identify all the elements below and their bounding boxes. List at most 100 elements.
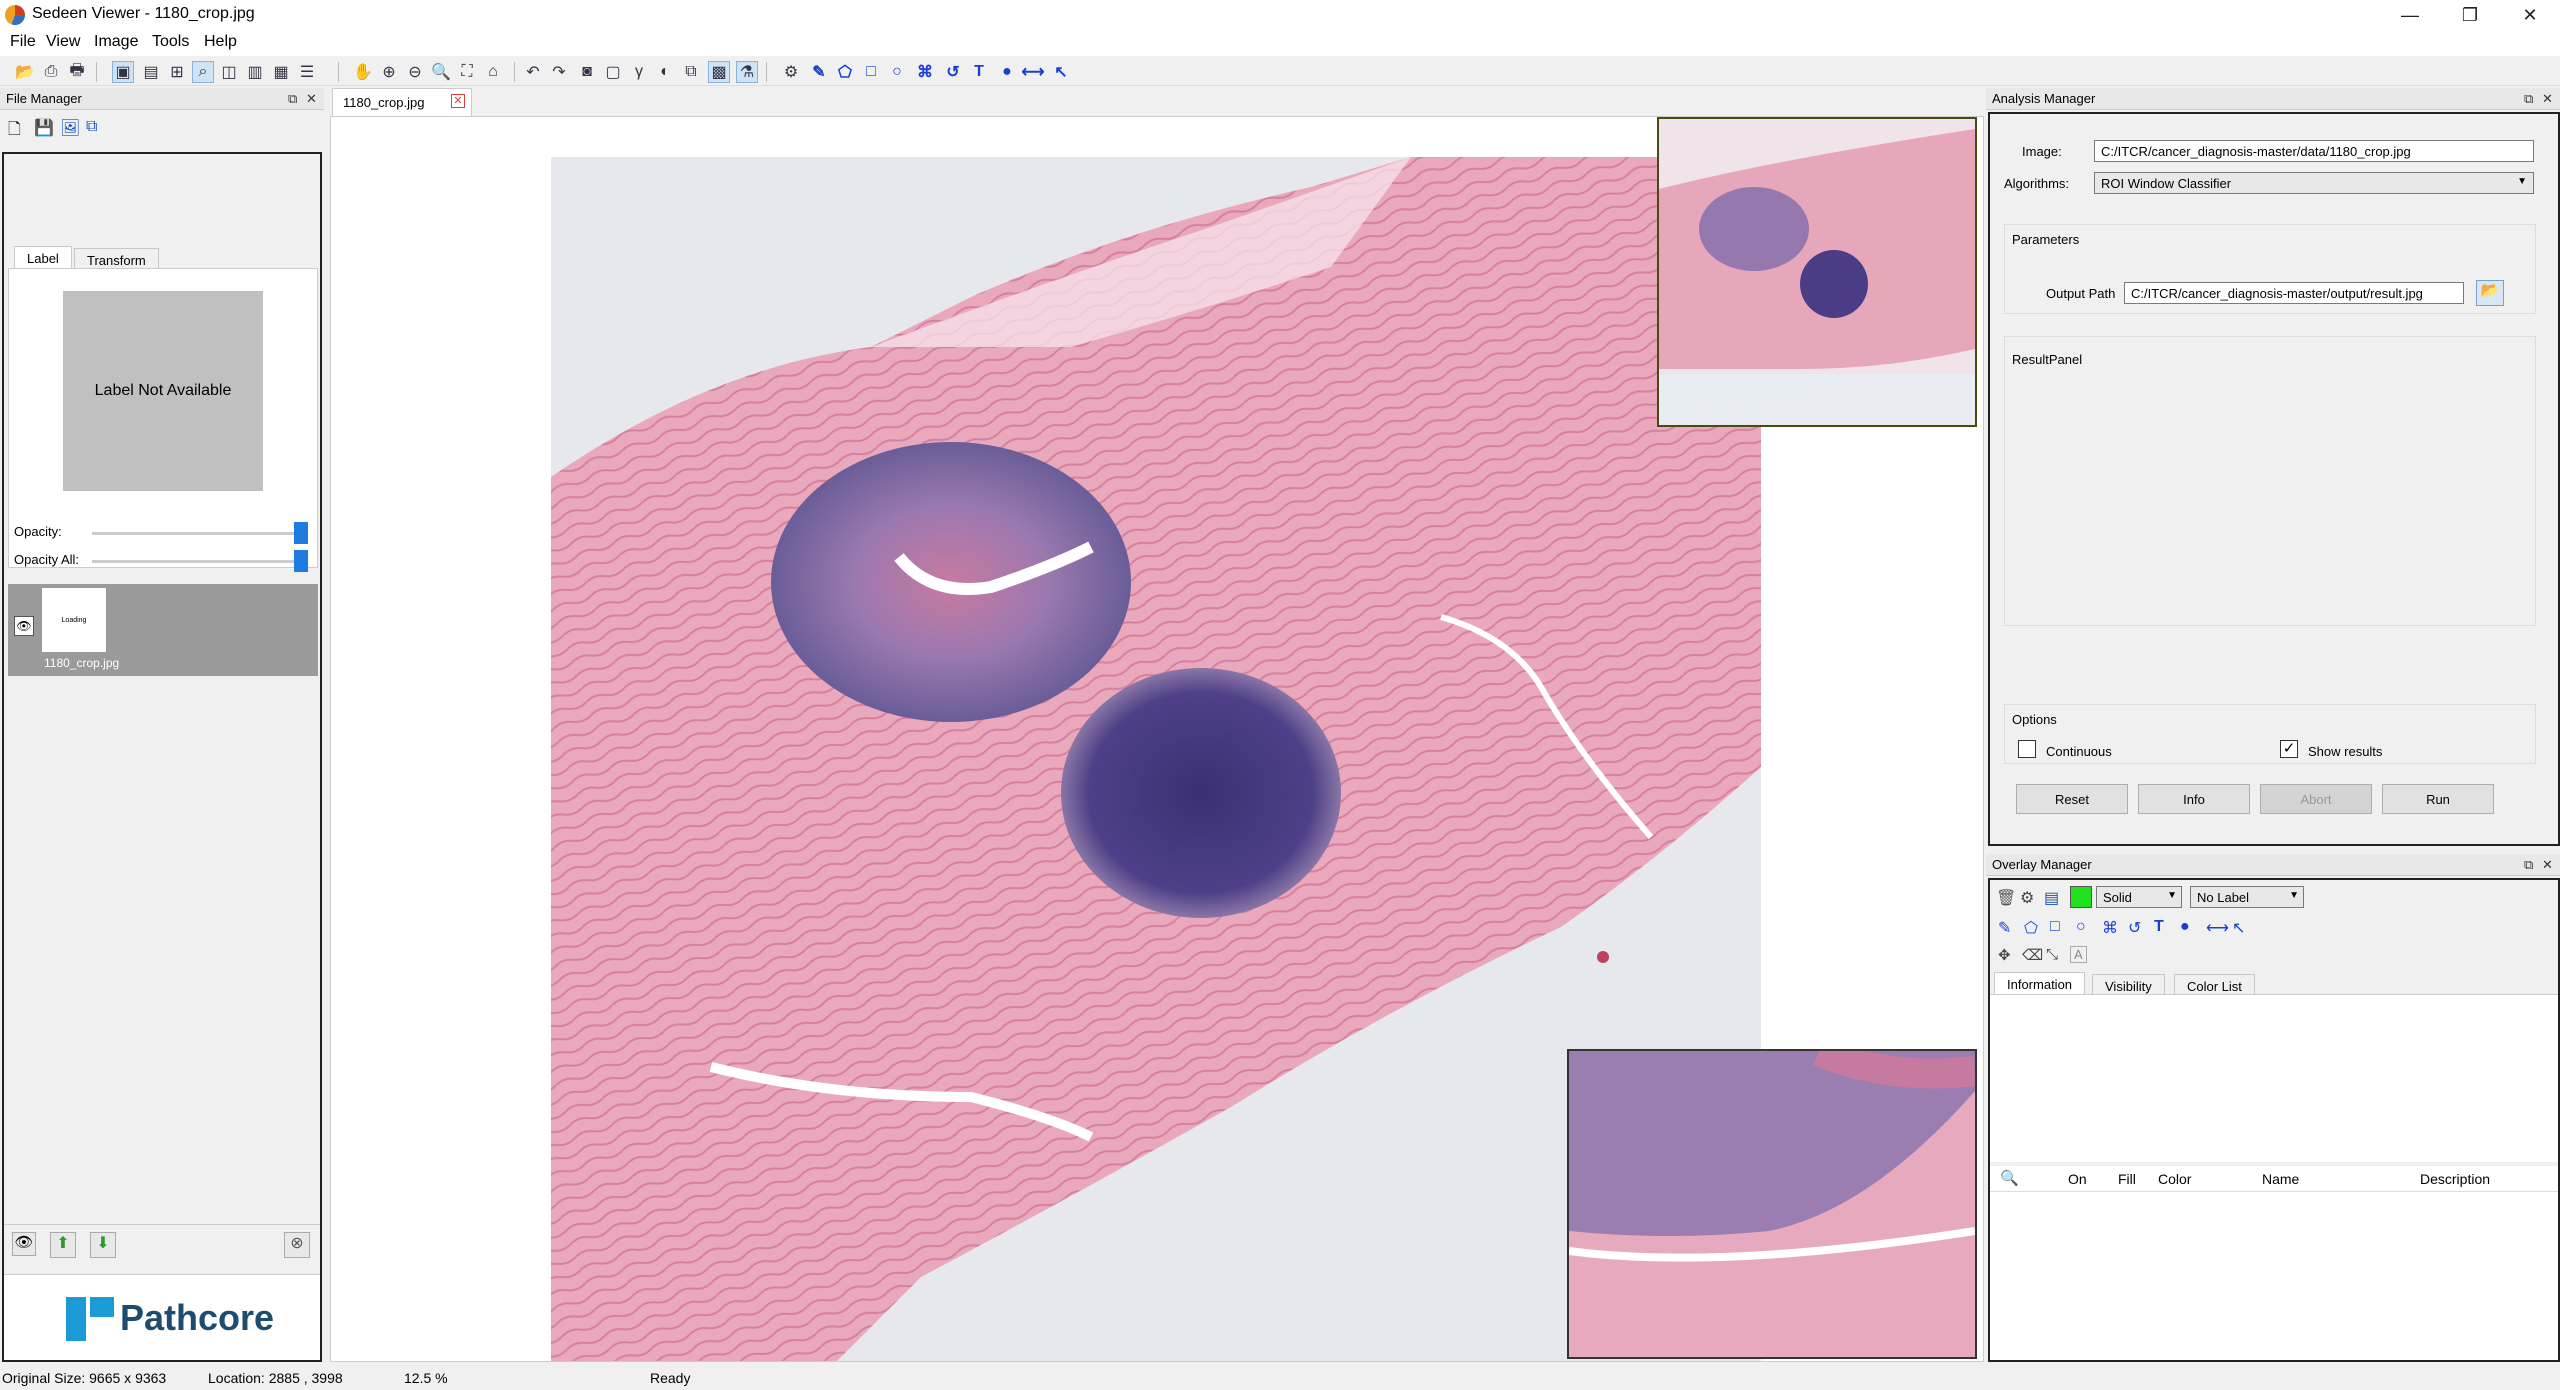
menu-help[interactable]: Help: [204, 33, 237, 51]
column-description[interactable]: Description: [2420, 1171, 2490, 1187]
polygon-icon[interactable]: ⬠: [834, 61, 856, 83]
tab-information[interactable]: Information: [1994, 972, 2086, 994]
tab-visibility[interactable]: Visibility: [2092, 974, 2165, 996]
visibility-eye-icon[interactable]: 👁: [14, 616, 34, 636]
split-view-icon[interactable]: ◫: [218, 61, 240, 83]
run-button[interactable]: Run: [2382, 784, 2494, 814]
new-file-icon[interactable]: 🗋: [8, 118, 21, 145]
opacity-slider-track[interactable]: [92, 532, 302, 535]
close-dock-icon[interactable]: ✕: [2542, 91, 2553, 107]
frame-icon[interactable]: ▢: [602, 61, 624, 83]
column-fill[interactable]: Fill: [2118, 1171, 2136, 1187]
close-tab-icon[interactable]: ✕: [451, 94, 465, 108]
opacity-all-slider-track[interactable]: [92, 560, 302, 563]
browse-folder-icon[interactable]: 📂: [2476, 280, 2504, 306]
opacity-slider-thumb[interactable]: [294, 522, 308, 544]
home-icon[interactable]: ⌂: [482, 61, 504, 83]
stain-icon[interactable]: ⚗: [736, 61, 758, 83]
document-tab[interactable]: 1180_crop.jpg ✕: [332, 88, 472, 116]
channels-icon[interactable]: ⧉: [680, 61, 702, 83]
navigator-icon[interactable]: ⊞: [166, 61, 188, 83]
output-path-field[interactable]: C:/ITCR/cancer_diagnosis-master/output/r…: [2124, 282, 2464, 304]
pen-icon[interactable]: ✎: [1998, 918, 2011, 938]
heatmap-icon[interactable]: ▩: [708, 61, 730, 83]
image-viewport[interactable]: [330, 116, 1984, 1362]
minimize-button[interactable]: —: [2380, 0, 2440, 30]
tab-label[interactable]: Label: [14, 246, 72, 268]
show-results-checkbox[interactable]: ✓: [2280, 740, 2298, 758]
menu-file[interactable]: File: [10, 33, 36, 51]
rows-view-icon[interactable]: ☰: [296, 61, 318, 83]
column-color[interactable]: Color: [2158, 1171, 2191, 1187]
pointer-arrow-icon[interactable]: ↖: [1050, 61, 1072, 83]
point-icon[interactable]: ●: [2180, 918, 2190, 936]
tab-color-list[interactable]: Color List: [2174, 974, 2255, 996]
menu-tools[interactable]: Tools: [152, 33, 189, 51]
ellipse-icon[interactable]: ○: [886, 61, 908, 83]
file-list-item[interactable]: 👁 Loading 1180_crop.jpg: [8, 584, 318, 676]
cross-icon[interactable]: ⌘: [2102, 918, 2118, 938]
column-name[interactable]: Name: [2262, 1171, 2299, 1187]
remove-icon[interactable]: ⊗: [284, 1232, 310, 1258]
tab-transform[interactable]: Transform: [74, 248, 159, 270]
eraser-icon[interactable]: ⌫: [2022, 946, 2043, 964]
overview-icon[interactable]: ▤: [140, 61, 162, 83]
reset-button[interactable]: Reset: [2016, 784, 2128, 814]
undo-icon[interactable]: ↶: [522, 61, 544, 83]
rectangle-icon[interactable]: □: [860, 61, 882, 83]
single-view-icon[interactable]: ▣: [112, 61, 134, 83]
images-icon[interactable]: ⧉: [86, 118, 97, 136]
overlay-color-swatch[interactable]: [2070, 886, 2092, 908]
pan-hand-icon[interactable]: ✋: [352, 61, 374, 83]
magnifier-panel-icon[interactable]: ⌕: [192, 61, 214, 83]
snapshot-icon[interactable]: ◙: [576, 61, 598, 83]
search-icon[interactable]: 🔍: [2000, 1169, 2019, 1187]
move-down-icon[interactable]: ⬇: [90, 1232, 116, 1258]
rectangle-icon[interactable]: □: [2050, 918, 2060, 936]
move-icon[interactable]: ✥: [1998, 946, 2011, 964]
abort-button[interactable]: Abort: [2260, 784, 2372, 814]
move-up-icon[interactable]: ⬆: [50, 1232, 76, 1258]
pointer-arrow-icon[interactable]: ↖: [2232, 918, 2245, 938]
pen-icon[interactable]: ✎: [808, 61, 830, 83]
image-icon[interactable]: 🖼: [60, 118, 80, 138]
overview-inset[interactable]: [1657, 117, 1977, 427]
overlay-list-icon[interactable]: ▤: [2044, 888, 2059, 908]
spline-icon[interactable]: ↺: [2128, 918, 2141, 938]
image-path-field[interactable]: C:/ITCR/cancer_diagnosis-master/data/118…: [2094, 140, 2534, 162]
overlay-settings-icon[interactable]: ⚙: [2020, 888, 2034, 908]
eye-icon[interactable]: 👁: [12, 1232, 36, 1256]
print-icon[interactable]: 🖶: [66, 61, 88, 83]
open-file-icon[interactable]: 📂: [14, 61, 36, 83]
close-dock-icon[interactable]: ✕: [306, 91, 317, 107]
float-icon[interactable]: ⧉: [2524, 91, 2533, 107]
color-icon[interactable]: ◐: [654, 61, 676, 83]
float-icon[interactable]: ⧉: [288, 91, 297, 107]
column-on[interactable]: On: [2068, 1171, 2087, 1187]
point-icon[interactable]: ●: [996, 61, 1018, 83]
close-button[interactable]: ✕: [2500, 0, 2560, 30]
resize-icon[interactable]: ⤡: [2046, 946, 2058, 963]
save-icon[interactable]: 💾: [34, 118, 54, 138]
redo-icon[interactable]: ↷: [548, 61, 570, 83]
ruler-icon[interactable]: ⟷: [1022, 61, 1045, 83]
ellipse-icon[interactable]: ○: [2076, 918, 2086, 936]
zoom-in-icon[interactable]: ⊕: [378, 61, 400, 83]
columns-view-icon[interactable]: ▦: [270, 61, 292, 83]
menu-image[interactable]: Image: [94, 33, 138, 51]
spline-icon[interactable]: ↺: [942, 61, 964, 83]
tile-view-icon[interactable]: ▥: [244, 61, 266, 83]
export-icon[interactable]: ⎙: [40, 61, 62, 83]
cross-icon[interactable]: ⌘: [914, 61, 936, 83]
ruler-icon[interactable]: ⟷: [2206, 918, 2229, 938]
text-box-icon[interactable]: A: [2070, 946, 2087, 963]
gamma-icon[interactable]: γ: [628, 61, 650, 83]
float-icon[interactable]: ⧉: [2524, 857, 2533, 873]
info-button[interactable]: Info: [2138, 784, 2250, 814]
fill-style-select[interactable]: Solid ▼: [2096, 886, 2182, 908]
close-dock-icon[interactable]: ✕: [2542, 857, 2553, 873]
menu-view[interactable]: View: [46, 33, 80, 51]
zoom-out-icon[interactable]: ⊖: [404, 61, 426, 83]
restore-button[interactable]: ❐: [2440, 0, 2500, 30]
text-icon[interactable]: T: [2154, 918, 2164, 936]
